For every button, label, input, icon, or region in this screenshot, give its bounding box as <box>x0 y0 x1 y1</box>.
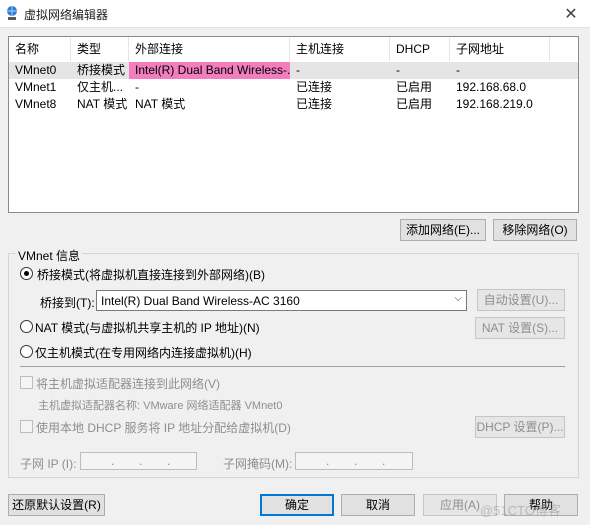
bridged-mode-radio[interactable] <box>20 267 33 280</box>
adapter-name-label: 主机虚拟适配器名称: VMware 网络适配器 VMnet0 <box>38 400 283 412</box>
cell-name: VMnet1 <box>15 80 57 94</box>
ip-dot: . <box>326 454 330 468</box>
ip-dot: . <box>139 454 143 468</box>
column-header-dhcp[interactable]: DHCP <box>390 37 450 61</box>
subnet-mask-input[interactable]: . . . <box>295 452 413 470</box>
cell-dhcp: 已启用 <box>396 97 433 111</box>
cancel-button[interactable]: 取消 <box>341 494 415 516</box>
table-row-vmnet0[interactable]: VMnet0 桥接模式 Intel(R) Dual Band Wireless-… <box>9 62 578 79</box>
cell-type: 仅主机... <box>77 80 124 94</box>
nat-settings-button[interactable]: NAT 设置(S)... <box>475 317 565 339</box>
cell-host: 已连接 <box>296 80 333 94</box>
remove-network-button[interactable]: 移除网络(O) <box>493 219 577 241</box>
close-icon[interactable]: ✕ <box>562 4 580 24</box>
column-header-subnet[interactable]: 子网地址 <box>450 37 550 61</box>
column-header-name[interactable]: 名称 <box>9 37 71 61</box>
host-only-radio[interactable] <box>20 345 33 358</box>
divider <box>20 366 565 367</box>
cell-external: NAT 模式 <box>135 97 186 111</box>
table-row-vmnet1[interactable]: VMnet1 仅主机... - 已连接 已启用 192.168.68.0 <box>9 79 578 96</box>
use-dhcp-checkbox[interactable] <box>20 420 33 433</box>
ip-dot: . <box>167 454 171 468</box>
watermark: @51CTO博客 <box>480 503 561 518</box>
cell-external: - <box>135 80 139 94</box>
column-header-type[interactable]: 类型 <box>71 37 129 61</box>
subnet-ip-input[interactable]: . . . <box>80 452 197 470</box>
connect-adapter-label[interactable]: 将主机虚拟适配器连接到此网络(V) <box>36 375 220 392</box>
title-bar: 虚拟网络编辑器 ✕ <box>0 0 590 28</box>
cell-host: - <box>296 63 300 77</box>
chevron-down-icon[interactable]: ⌵ <box>454 293 462 304</box>
auto-settings-button[interactable]: 自动设置(U)... <box>477 289 565 311</box>
cell-dhcp: - <box>396 63 400 77</box>
use-dhcp-label[interactable]: 使用本地 DHCP 服务将 IP 地址分配给虚拟机(D) <box>36 419 291 436</box>
cell-name: VMnet8 <box>15 97 57 111</box>
dhcp-settings-button[interactable]: DHCP 设置(P)... <box>475 416 565 438</box>
connect-adapter-checkbox[interactable] <box>20 376 33 389</box>
subnet-ip-label: 子网 IP (I): <box>20 457 77 471</box>
column-header-host[interactable]: 主机连接 <box>290 37 390 61</box>
cell-type: 桥接模式 <box>77 63 126 77</box>
bridged-mode-label[interactable]: 桥接模式(将虚拟机直接连接到外部网络)(B) <box>37 266 265 283</box>
cell-name: VMnet0 <box>15 63 57 77</box>
bridged-to-value: Intel(R) Dual Band Wireless-AC 3160 <box>101 294 300 308</box>
ip-dot: . <box>382 454 386 468</box>
host-only-label[interactable]: 仅主机模式(在专用网络内连接虚拟机)(H) <box>35 344 252 361</box>
bridged-to-select[interactable]: Intel(R) Dual Band Wireless-AC 3160 ⌵ <box>96 290 467 311</box>
ip-dot: . <box>111 454 115 468</box>
cell-host: 已连接 <box>296 97 333 111</box>
subnet-mask-label: 子网掩码(M): <box>223 457 293 471</box>
cell-type: NAT 模式 <box>77 97 128 111</box>
network-list[interactable]: 名称 类型 外部连接 主机连接 DHCP 子网地址 VMnet0 桥接模式 In… <box>8 36 579 213</box>
ip-dot: . <box>354 454 358 468</box>
ok-button[interactable]: 确定 <box>260 494 334 516</box>
nat-mode-label[interactable]: NAT 模式(与虚拟机共享主机的 IP 地址)(N) <box>35 319 260 336</box>
bridged-to-label: 桥接到(T): <box>40 296 95 310</box>
vmnet-info-title: VMnet 信息 <box>16 247 83 264</box>
restore-defaults-button[interactable]: 还原默认设置(R) <box>8 494 105 516</box>
column-header-external[interactable]: 外部连接 <box>129 37 290 61</box>
cell-subnet: 192.168.219.0 <box>456 97 533 111</box>
cell-subnet: 192.168.68.0 <box>456 80 527 94</box>
table-header: 名称 类型 外部连接 主机连接 DHCP 子网地址 <box>9 37 578 61</box>
nat-mode-radio[interactable] <box>20 320 33 333</box>
add-network-button[interactable]: 添加网络(E)... <box>400 219 486 241</box>
cell-subnet: - <box>456 63 460 77</box>
cell-dhcp: 已启用 <box>396 80 433 94</box>
network-globe-icon <box>7 6 17 20</box>
window-title: 虚拟网络编辑器 <box>24 8 109 22</box>
table-row-vmnet8[interactable]: VMnet8 NAT 模式 NAT 模式 已连接 已启用 192.168.219… <box>9 96 578 113</box>
cell-external: Intel(R) Dual Band Wireless-... <box>129 62 290 79</box>
